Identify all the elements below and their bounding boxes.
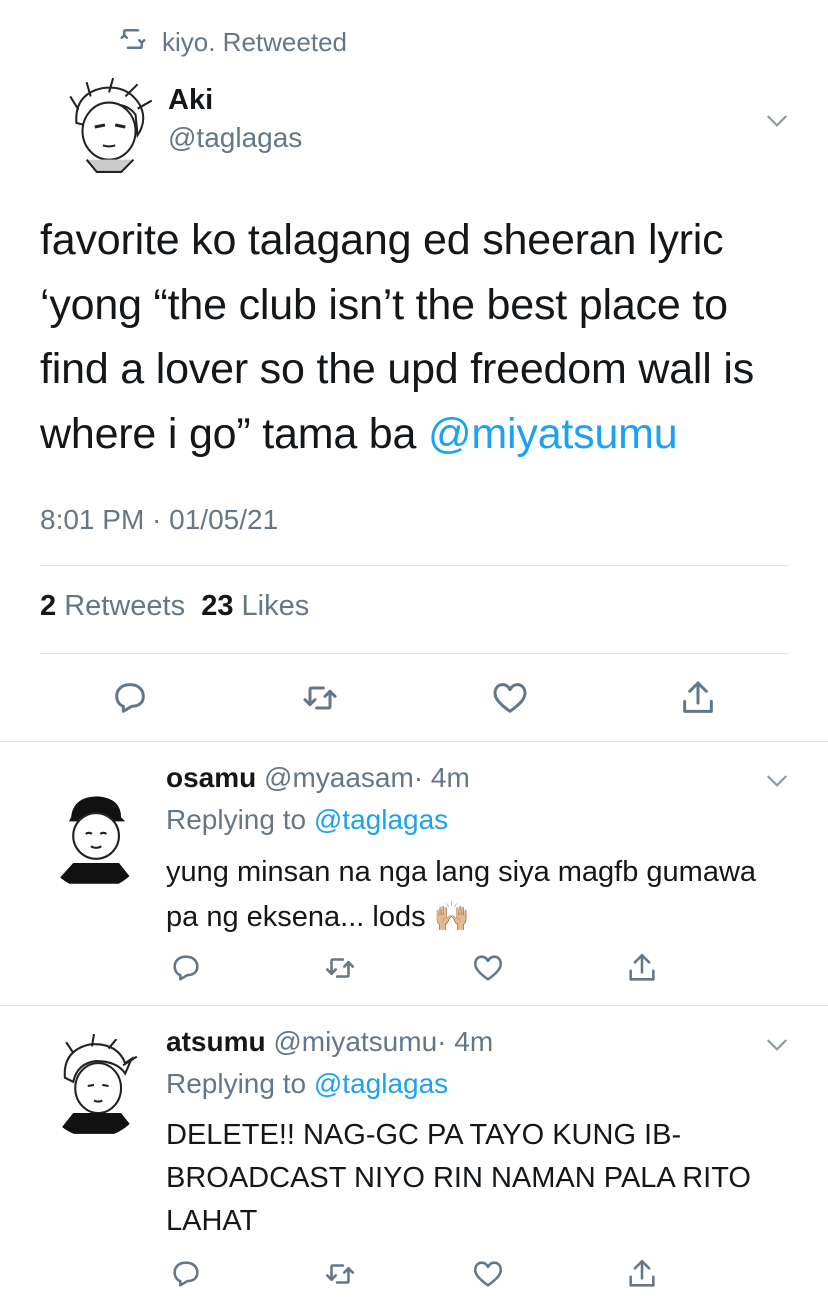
replying-to: Replying to @taglagas <box>166 804 448 836</box>
share-icon[interactable] <box>620 1252 664 1296</box>
display-name[interactable]: osamu <box>166 762 256 793</box>
retweets-count: 2 <box>40 590 57 622</box>
divider <box>40 653 788 654</box>
user-handle[interactable]: @taglagas <box>168 122 302 154</box>
likes-label: Likes <box>241 590 310 622</box>
retweet-context-text: kiyo. Retweeted <box>162 26 347 57</box>
replying-to: Replying to @taglagas <box>166 1068 448 1100</box>
retweet-icon[interactable] <box>298 676 342 720</box>
reply-text-body: DELETE!! NAG-GC PA TAYO KUNG IB-BROADCAS… <box>166 1119 751 1237</box>
user-handle[interactable]: @myaasam <box>264 762 414 793</box>
engagement-stats: 2 Retweets 23 Likes <box>40 590 309 623</box>
like-icon[interactable] <box>466 946 510 990</box>
display-name[interactable]: atsumu <box>166 1026 266 1057</box>
retweets-label: Retweets <box>64 590 186 622</box>
mention-link[interactable]: @taglagas <box>314 804 448 835</box>
replying-to-label: Replying to <box>166 1068 307 1099</box>
reply-icon[interactable] <box>164 1252 208 1296</box>
like-icon[interactable] <box>488 676 532 720</box>
divider <box>40 565 788 566</box>
avatar[interactable] <box>42 786 146 890</box>
tweet-timestamp[interactable]: 8:01 PM · 01/05/21 <box>40 504 278 536</box>
reply-time[interactable]: · 4m <box>437 1026 493 1057</box>
raising-hands-emoji: 🙌🏼 <box>433 901 470 933</box>
reply-tweet[interactable]: osamu @myaasam· 4m Replying to @taglagas… <box>0 742 828 1006</box>
tweet-actions <box>0 672 828 722</box>
chevron-down-icon[interactable] <box>764 1032 790 1058</box>
retweet-icon[interactable] <box>318 946 362 990</box>
display-name[interactable]: Aki <box>168 84 213 117</box>
tweet-text: favorite ko talagang ed sheeran lyric ‘y… <box>40 208 800 466</box>
chevron-down-icon[interactable] <box>764 108 790 134</box>
retweet-icon[interactable] <box>318 1252 362 1296</box>
reply-text: yung minsan na nga lang siya magfb gumaw… <box>166 850 796 940</box>
likes-count: 23 <box>201 590 234 622</box>
user-handle[interactable]: @miyatsumu <box>273 1026 437 1057</box>
reply-text: DELETE!! NAG-GC PA TAYO KUNG IB-BROADCAS… <box>166 1114 796 1243</box>
reply-tweet[interactable]: atsumu @miyatsumu· 4m Replying to @tagla… <box>0 1006 828 1312</box>
retweets-stat[interactable]: 2 Retweets <box>40 590 185 622</box>
share-icon[interactable] <box>620 946 664 990</box>
like-icon[interactable] <box>466 1252 510 1296</box>
mention-link[interactable]: @miyatsumu <box>428 410 678 458</box>
reply-header: atsumu @miyatsumu· 4m <box>166 1026 493 1058</box>
reply-icon[interactable] <box>164 946 208 990</box>
reply-icon[interactable] <box>108 676 152 720</box>
retweet-context[interactable]: kiyo. Retweeted <box>118 24 347 60</box>
chevron-down-icon[interactable] <box>764 768 790 794</box>
retweet-icon <box>118 24 148 61</box>
replying-to-label: Replying to <box>166 804 307 835</box>
avatar[interactable] <box>42 1034 146 1138</box>
likes-stat[interactable]: 23 Likes <box>201 590 309 622</box>
reply-time[interactable]: · 4m <box>414 762 470 793</box>
reply-header: osamu @myaasam· 4m <box>166 762 470 794</box>
share-icon[interactable] <box>676 676 720 720</box>
avatar[interactable] <box>56 74 158 176</box>
mention-link[interactable]: @taglagas <box>314 1068 448 1099</box>
